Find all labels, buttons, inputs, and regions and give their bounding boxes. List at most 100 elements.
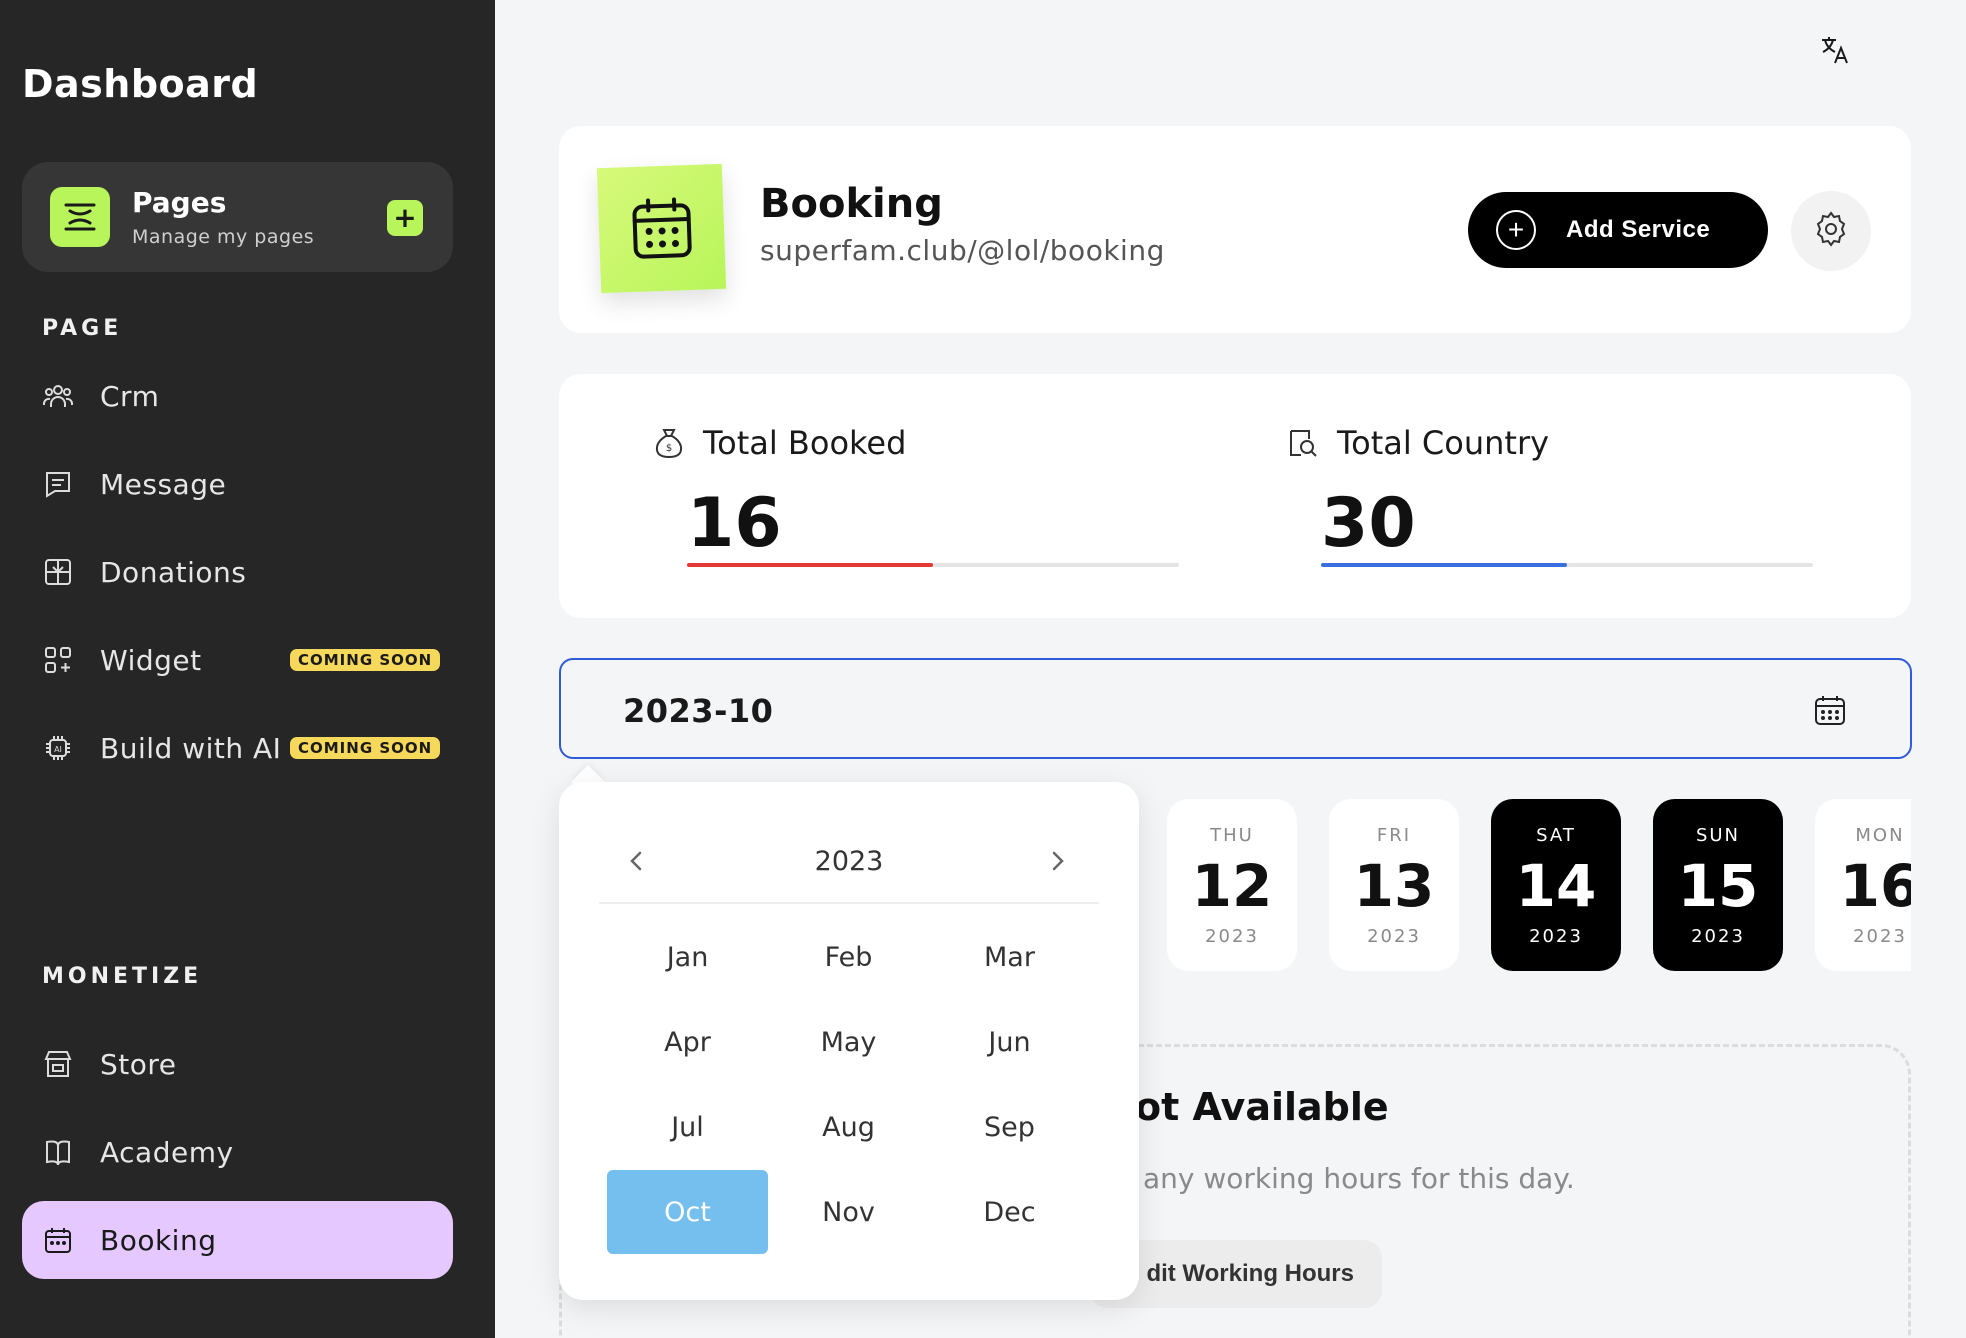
day-of-week: THU <box>1210 825 1254 846</box>
nav-label: Booking <box>100 1223 217 1257</box>
nav-label: Message <box>100 467 227 501</box>
nav-label: Crm <box>100 379 160 413</box>
stat-total-booked: $ Total Booked 16 <box>651 424 1179 567</box>
nav-label: Store <box>100 1047 177 1081</box>
add-service-label: Add Service <box>1566 216 1711 243</box>
stat-value: 16 <box>687 484 782 563</box>
day-tile[interactable]: SAT 14 2023 <box>1491 799 1621 971</box>
stat-label: Total Booked <box>703 424 907 462</box>
nav-item-widget[interactable]: Widget COMING SOON <box>22 621 453 699</box>
coming-soon-badge: COMING SOON <box>290 737 441 759</box>
add-service-button[interactable]: + Add Service <box>1468 192 1768 268</box>
gift-icon <box>38 552 78 592</box>
day-tile[interactable]: MON 16 2023 <box>1815 799 1911 971</box>
coming-soon-badge: COMING SOON <box>290 649 441 671</box>
pages-title: Pages <box>132 186 227 219</box>
day-of-week: SUN <box>1695 825 1741 846</box>
nav-item-crm[interactable]: Crm <box>22 357 453 435</box>
day-year: 2023 <box>1691 926 1745 947</box>
calendar-icon <box>38 1220 78 1260</box>
svg-text:$: $ <box>666 443 672 454</box>
day-tile[interactable]: THU 12 2023 <box>1167 799 1297 971</box>
month-option-jan[interactable]: Jan <box>607 915 768 999</box>
day-number: 13 <box>1353 852 1435 920</box>
stat-progress-fill <box>1321 563 1567 567</box>
nav-label: Academy <box>100 1135 234 1169</box>
month-option-apr[interactable]: Apr <box>607 1000 768 1084</box>
section-label-monetize: MONETIZE <box>42 964 203 989</box>
stat-value: 30 <box>1321 484 1416 563</box>
day-of-week: SAT <box>1536 825 1576 846</box>
day-year: 2023 <box>1529 926 1583 947</box>
next-year-button[interactable] <box>1043 848 1073 878</box>
nav-label: Donations <box>100 555 247 589</box>
gear-icon <box>1811 209 1851 253</box>
page-title: Booking <box>760 181 943 227</box>
ai-chip-icon: AI <box>38 728 78 768</box>
empty-state-subtitle: any working hours for this day. <box>1143 1162 1575 1195</box>
month-picker-popup: 2023 Jan Feb Mar Apr May Jun Jul Aug Sep Oct Nov De… <box>559 782 1139 1300</box>
stat-label: Total Country <box>1337 424 1550 462</box>
nav-item-donations[interactable]: Donations <box>22 533 453 611</box>
month-input[interactable]: 2023-10 <box>559 658 1912 759</box>
pages-subtitle: Manage my pages <box>132 226 315 248</box>
booking-calendar-icon <box>596 163 727 294</box>
month-option-may[interactable]: May <box>768 1000 929 1084</box>
month-option-mar[interactable]: Mar <box>929 915 1090 999</box>
month-option-dec[interactable]: Dec <box>929 1170 1090 1254</box>
nav-item-academy[interactable]: Academy <box>22 1113 453 1191</box>
month-option-jun[interactable]: Jun <box>929 1000 1090 1084</box>
month-option-nov[interactable]: Nov <box>768 1170 929 1254</box>
translate-icon <box>1819 34 1851 70</box>
pages-card[interactable]: Pages Manage my pages + <box>22 162 453 272</box>
page-url[interactable]: superfam.club/@lol/booking <box>760 234 1165 267</box>
month-option-jul[interactable]: Jul <box>607 1085 768 1169</box>
nav-item-message[interactable]: Message <box>22 445 453 523</box>
brand-title: Dashboard <box>22 62 259 106</box>
chevron-right-icon <box>1048 849 1068 877</box>
svg-text:AI: AI <box>54 745 62 754</box>
prev-year-button[interactable] <box>621 848 651 878</box>
calendar-icon[interactable] <box>1810 690 1850 730</box>
translate-button[interactable] <box>1815 32 1855 72</box>
chevron-left-icon <box>626 849 646 877</box>
day-year: 2023 <box>1853 926 1907 947</box>
nav-label: Build with AI <box>100 731 282 765</box>
settings-button[interactable] <box>1791 191 1871 271</box>
day-year: 2023 <box>1205 926 1259 947</box>
day-year: 2023 <box>1367 926 1421 947</box>
message-icon <box>38 464 78 504</box>
day-number: 15 <box>1677 852 1759 920</box>
store-icon <box>38 1044 78 1084</box>
sidebar: Dashboard Pages Manage my pages + PAGE C… <box>0 0 495 1338</box>
empty-state-title: ot Available <box>1135 1085 1389 1129</box>
month-input-value: 2023-10 <box>623 692 774 730</box>
day-number: 16 <box>1839 852 1911 920</box>
stat-progress-fill <box>687 563 933 567</box>
day-number: 12 <box>1191 852 1273 920</box>
plus-circle-icon: + <box>1496 210 1536 250</box>
day-number: 14 <box>1515 852 1597 920</box>
stat-total-country: Total Country 30 <box>1285 424 1813 567</box>
nav-label: Widget <box>100 643 202 677</box>
picker-divider <box>599 902 1099 904</box>
search-document-icon <box>1285 425 1321 461</box>
widget-icon <box>38 640 78 680</box>
users-icon <box>38 376 78 416</box>
month-option-feb[interactable]: Feb <box>768 915 929 999</box>
book-icon <box>38 1132 78 1172</box>
nav-item-build-with-ai[interactable]: AI Build with AI COMING SOON <box>22 709 453 787</box>
month-option-sep[interactable]: Sep <box>929 1085 1090 1169</box>
nav-item-store[interactable]: Store <box>22 1025 453 1103</box>
add-page-button[interactable]: + <box>387 200 423 236</box>
money-bag-icon: $ <box>651 425 687 461</box>
month-option-aug[interactable]: Aug <box>768 1085 929 1169</box>
day-tile[interactable]: SUN 15 2023 <box>1653 799 1783 971</box>
day-tile[interactable]: FRI 13 2023 <box>1329 799 1459 971</box>
nav-item-booking[interactable]: Booking <box>22 1201 453 1279</box>
stat-progress-bar <box>687 563 1179 567</box>
month-option-oct[interactable]: Oct <box>607 1170 768 1254</box>
stat-progress-bar <box>1321 563 1813 567</box>
stats-card: $ Total Booked 16 Total Country 30 <box>559 374 1911 618</box>
section-label-page: PAGE <box>42 316 123 341</box>
